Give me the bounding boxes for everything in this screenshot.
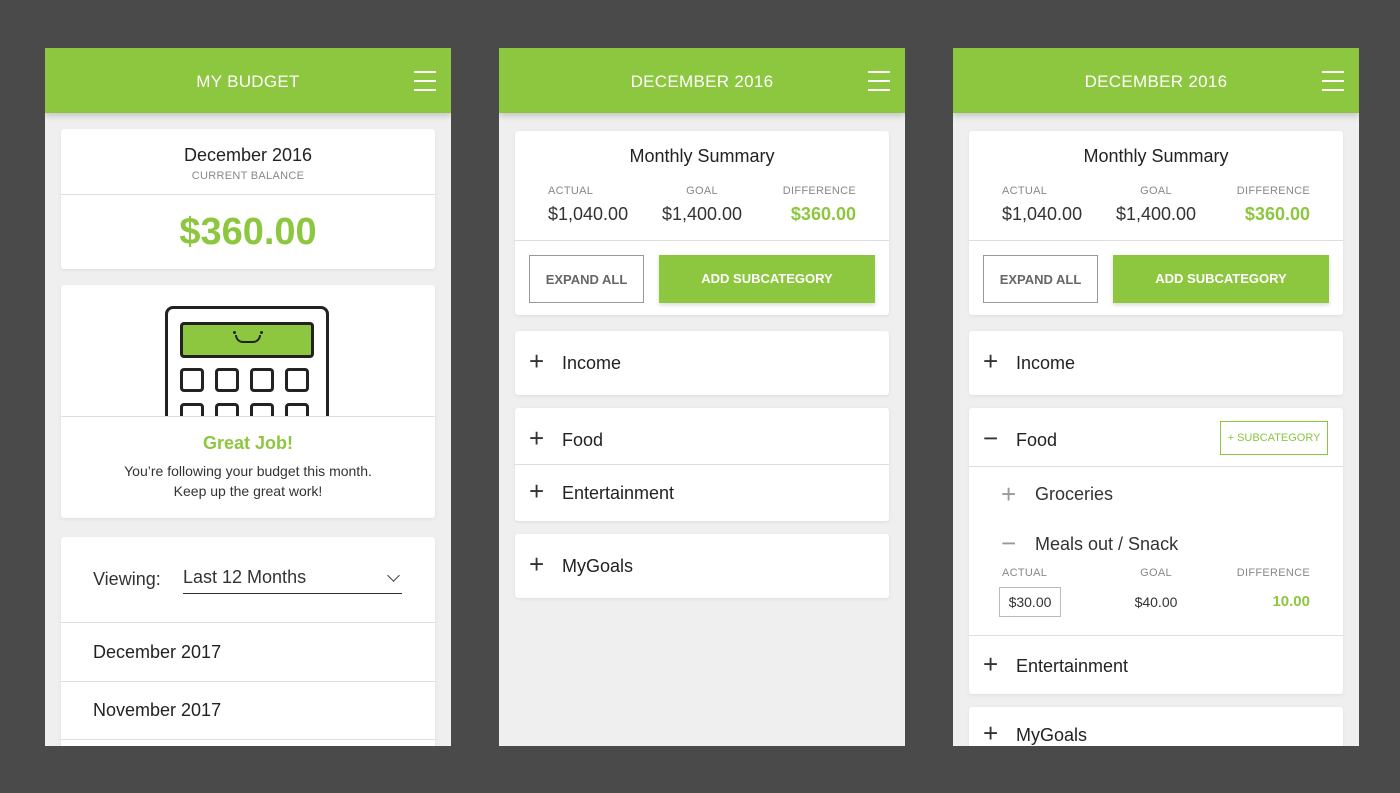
summary-heading: Monthly Summary — [629, 146, 775, 166]
hamburger-icon[interactable] — [1322, 71, 1344, 91]
add-subcategory-button[interactable]: ADD SUBCATEGORY — [659, 255, 875, 303]
category-food[interactable]: + Food — [515, 408, 889, 464]
expand-all-button[interactable]: EXPAND ALL — [529, 255, 644, 303]
month-label: November 2017 — [93, 700, 222, 720]
actual-value: $1,040.00 — [548, 204, 629, 224]
actual-label: ACTUAL — [1002, 185, 1048, 197]
page-title: DECEMBER 2016 — [1084, 72, 1228, 91]
category-label: Entertainment — [1016, 656, 1129, 676]
top-bar: DECEMBER 2016 — [499, 48, 905, 113]
expanded-summary-screen: DECEMBER 2016 Monthly Summary ACTUAL $1,… — [953, 48, 1359, 746]
subcategory-groceries[interactable]: + Groceries — [969, 467, 1343, 517]
success-heading: Great Job! — [202, 433, 294, 453]
add-subcategory-button[interactable]: ADD SUBCATEGORY — [1113, 255, 1329, 303]
top-bar: MY BUDGET — [45, 48, 451, 113]
subcategory-label: Groceries — [1035, 484, 1114, 504]
category-income[interactable]: + Income — [969, 331, 1343, 395]
success-line-2: Keep up the great work! — [173, 483, 323, 499]
plus-icon: + — [529, 549, 545, 579]
balance-label: CURRENT BALANCE — [191, 170, 305, 182]
page-title: DECEMBER 2016 — [630, 72, 774, 91]
calculator-icon — [165, 306, 329, 427]
difference-value: 10.00 — [1272, 593, 1310, 610]
goal-value: $1,400.00 — [1115, 204, 1197, 224]
hamburger-icon[interactable] — [414, 71, 436, 91]
my-goals-row[interactable]: + MyGoals — [515, 534, 889, 598]
category-group-expanded: − Food + SUBCATEGORY + Groceries − Meals… — [969, 408, 1343, 694]
category-label: Income — [562, 353, 622, 373]
goal-label: GOAL — [1140, 567, 1172, 579]
plus-icon: + — [1001, 479, 1017, 509]
summary-card: Monthly Summary ACTUAL $1,040.00 GOAL $1… — [969, 131, 1343, 315]
hamburger-icon[interactable] — [868, 71, 890, 91]
summary-heading: Monthly Summary — [1083, 146, 1229, 166]
balance-amount: $360.00 — [179, 211, 317, 253]
status-card: Great Job! You’re following your budget … — [61, 285, 435, 518]
balance-card: December 2016 CURRENT BALANCE $360.00 — [61, 129, 435, 269]
my-goals-label: MyGoals — [562, 556, 634, 576]
plus-icon: + — [983, 649, 999, 679]
category-entertainment[interactable]: + Entertainment — [515, 465, 889, 521]
viewing-label: Viewing: — [93, 569, 161, 589]
category-label: Entertainment — [562, 483, 675, 503]
difference-value: $360.00 — [790, 204, 856, 224]
my-goals-label: MyGoals — [1016, 725, 1088, 745]
category-income[interactable]: + Income — [515, 331, 889, 395]
viewing-select[interactable]: Last 12 Months — [183, 563, 402, 594]
goal-label: GOAL — [1140, 185, 1172, 197]
budget-overview-screen: MY BUDGET December 2016 CURRENT BALANCE … — [45, 48, 451, 746]
month-label: December 2017 — [93, 642, 222, 662]
calculator-screen — [180, 322, 314, 358]
actual-label: ACTUAL — [548, 185, 594, 197]
actual-amount-input[interactable]: $30.00 — [999, 587, 1061, 617]
goal-value: $40.00 — [1134, 594, 1178, 610]
difference-label: DIFFERENCE — [782, 185, 856, 197]
difference-label: DIFFERENCE — [1236, 567, 1310, 579]
category-group: + Food + Entertainment — [515, 408, 889, 521]
difference-label: DIFFERENCE — [1236, 185, 1310, 197]
history-card: Viewing: Last 12 Months December 2017 No… — [61, 537, 435, 746]
actual-label: ACTUAL — [1002, 567, 1048, 579]
goal-value: $1,400.00 — [661, 204, 743, 224]
monthly-summary-screen: DECEMBER 2016 Monthly Summary ACTUAL $1,… — [499, 48, 905, 746]
minus-icon: − — [983, 423, 999, 453]
plus-icon: + — [983, 346, 999, 376]
chevron-down-icon — [387, 569, 400, 582]
difference-value: $360.00 — [1244, 204, 1310, 224]
category-label: Food — [1016, 430, 1058, 450]
plus-icon: + — [529, 423, 545, 453]
add-subcategory-small-button[interactable]: + SUBCATEGORY — [1220, 421, 1328, 455]
plus-icon: + — [529, 346, 545, 376]
category-entertainment[interactable]: + Entertainment — [969, 636, 1343, 694]
subcategory-meals-out[interactable]: − Meals out / Snack — [969, 517, 1343, 567]
expand-all-button[interactable]: EXPAND ALL — [983, 255, 1098, 303]
top-bar: DECEMBER 2016 — [953, 48, 1359, 113]
plus-icon: + — [983, 718, 999, 746]
category-label: Food — [562, 430, 604, 450]
goal-label: GOAL — [686, 185, 718, 197]
month-item-november-2017[interactable]: November 2017 — [61, 682, 435, 739]
category-label: Income — [1016, 353, 1076, 373]
viewing-selected-value: Last 12 Months — [183, 567, 307, 587]
month-item-december-2017[interactable]: December 2017 — [61, 623, 435, 680]
page-title: MY BUDGET — [196, 72, 300, 91]
success-line-1: You’re following your budget this month. — [124, 463, 372, 479]
subcategory-label: Meals out / Snack — [1035, 534, 1179, 554]
summary-card: Monthly Summary ACTUAL $1,040.00 GOAL $1… — [515, 131, 889, 315]
balance-month: December 2016 — [183, 145, 313, 165]
minus-icon: − — [1001, 528, 1017, 558]
plus-icon: + — [529, 476, 545, 506]
actual-value: $1,040.00 — [1002, 204, 1083, 224]
my-goals-row[interactable]: + MyGoals — [969, 707, 1343, 746]
